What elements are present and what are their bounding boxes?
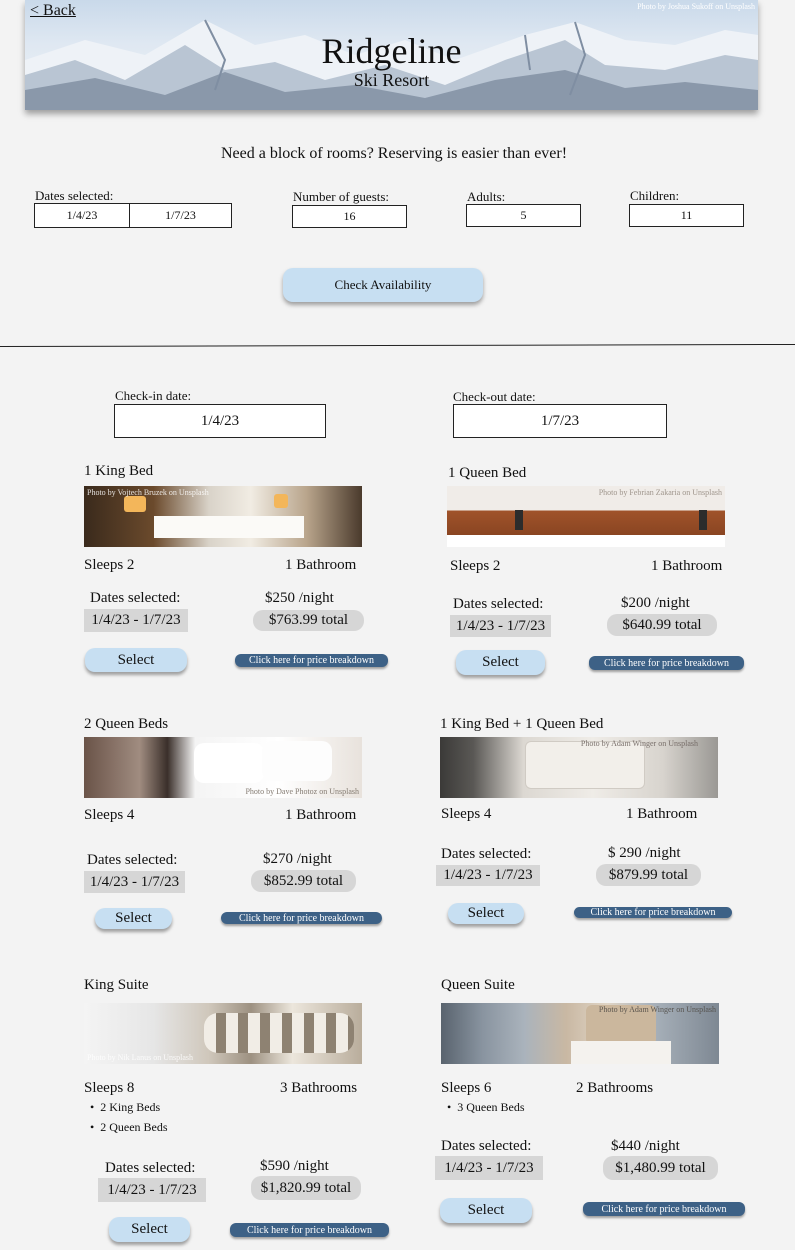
resort-title: Ridgeline bbox=[321, 31, 462, 71]
room-title: 1 King Bed bbox=[84, 463, 154, 479]
sleeps-text: Sleeps 6 bbox=[441, 1080, 492, 1096]
dates-selected-value: 1/4/23 - 1/7/23 bbox=[450, 615, 551, 637]
bathrooms-text: 1 Bathroom bbox=[285, 557, 357, 573]
end-date-input[interactable]: 1/7/23 bbox=[129, 203, 232, 228]
dates-selected-value: 1/4/23 - 1/7/23 bbox=[84, 871, 185, 893]
photo-credit: Photo by Vojtech Bruzek on Unsplash bbox=[87, 488, 209, 497]
nightly-price: $ 290 /night bbox=[608, 845, 681, 861]
adults-input[interactable]: 5 bbox=[466, 204, 581, 227]
back-link[interactable]: < Back bbox=[30, 2, 76, 20]
sleeps-text: Sleeps 2 bbox=[450, 558, 501, 574]
room-photo: Photo by Dave Photoz on Unsplash bbox=[84, 737, 362, 798]
dates-selected-value: 1/4/23 - 1/7/23 bbox=[436, 865, 540, 886]
room-photo: Photo by Vojtech Bruzek on Unsplash bbox=[84, 486, 362, 547]
adults-label: Adults: bbox=[467, 189, 506, 204]
dates-selected-label: Dates selected: bbox=[441, 846, 532, 862]
price-breakdown-button[interactable]: Click here for price breakdown bbox=[583, 1202, 745, 1216]
total-price: $879.99 total bbox=[596, 864, 701, 886]
room-title: 1 King Bed + 1 Queen Bed bbox=[440, 716, 604, 732]
dates-selected-label: Dates selected: bbox=[90, 590, 181, 606]
bed-list: 2 King Beds 2 Queen Beds bbox=[90, 1100, 168, 1135]
checkout-label: Check-out date: bbox=[453, 389, 536, 404]
dates-selected-label: Dates selected: bbox=[453, 596, 544, 612]
photo-credit: Photo by Adam Winger on Unsplash bbox=[580, 739, 698, 748]
total-price: $1,480.99 total bbox=[603, 1156, 718, 1180]
sleeps-text: Sleeps 4 bbox=[441, 806, 492, 822]
guests-label: Number of guests: bbox=[293, 189, 390, 204]
bed-list: 3 Queen Beds bbox=[447, 1100, 524, 1115]
tagline: Need a block of rooms? Reserving is easi… bbox=[220, 145, 568, 162]
room-title: 2 Queen Beds bbox=[84, 716, 169, 732]
dates-selected-value: 1/4/23 - 1/7/23 bbox=[98, 1178, 206, 1202]
sleeps-text: Sleeps 8 bbox=[84, 1080, 135, 1096]
room-title: King Suite bbox=[84, 977, 149, 993]
dates-selected-label: Dates selected: bbox=[105, 1160, 196, 1176]
select-button[interactable]: Select bbox=[85, 648, 187, 672]
nightly-price: $440 /night bbox=[611, 1138, 680, 1154]
total-price: $763.99 total bbox=[253, 610, 364, 631]
dates-selected-label: Dates selected: bbox=[441, 1138, 532, 1154]
room-title: 1 Queen Bed bbox=[448, 465, 527, 481]
room-photo: Photo by Nik Lanus on Unsplash bbox=[84, 1003, 362, 1064]
photo-credit: Photo by Dave Photoz on Unsplash bbox=[245, 787, 359, 796]
bed-list-item: 2 Queen Beds bbox=[90, 1120, 167, 1135]
check-availability-button[interactable]: Check Availability bbox=[283, 268, 483, 302]
guests-input[interactable]: 16 bbox=[292, 205, 407, 228]
children-input[interactable]: 11 bbox=[629, 204, 744, 227]
room-photo: Photo by Adam Winger on Unsplash bbox=[441, 1003, 719, 1064]
photo-credit: Photo by Febrian Zakaria on Unsplash bbox=[598, 488, 722, 497]
nightly-price: $250 /night bbox=[265, 590, 334, 606]
photo-credit: Photo by Nik Lanus on Unsplash bbox=[87, 1053, 193, 1062]
children-label: Children: bbox=[630, 188, 680, 203]
nightly-price: $200 /night bbox=[621, 595, 690, 611]
start-date-input[interactable]: 1/4/23 bbox=[34, 203, 130, 228]
photo-credit: Photo by Adam Winger on Unsplash bbox=[598, 1005, 716, 1014]
bathrooms-text: 1 Bathroom bbox=[651, 558, 723, 574]
room-title: Queen Suite bbox=[441, 977, 515, 993]
bathrooms-text: 1 Bathroom bbox=[626, 806, 698, 822]
dates-label: Dates selected: bbox=[35, 188, 114, 203]
checkin-label: Check-in date: bbox=[115, 388, 192, 403]
bathrooms-text: 3 Bathrooms bbox=[280, 1080, 358, 1096]
nightly-price: $270 /night bbox=[263, 851, 332, 867]
price-breakdown-button[interactable]: Click here for price breakdown bbox=[235, 654, 388, 667]
room-photo: Photo by Febrian Zakaria on Unsplash bbox=[447, 486, 725, 547]
select-button[interactable]: Select bbox=[456, 650, 545, 675]
dates-selected-value: 1/4/23 - 1/7/23 bbox=[435, 1156, 543, 1180]
bathrooms-text: 2 Bathrooms bbox=[576, 1080, 654, 1096]
price-breakdown-button[interactable]: Click here for price breakdown bbox=[574, 907, 732, 918]
total-price: $852.99 total bbox=[251, 870, 356, 892]
checkin-input[interactable]: 1/4/23 bbox=[114, 404, 326, 438]
room-photo: Photo by Adam Winger on Unsplash bbox=[440, 737, 718, 798]
bed-list-item: 2 King Beds bbox=[90, 1100, 168, 1115]
dates-selected-label: Dates selected: bbox=[87, 852, 178, 868]
sleeps-text: Sleeps 2 bbox=[84, 557, 135, 573]
checkout-input[interactable]: 1/7/23 bbox=[453, 404, 667, 438]
total-price: $1,820.99 total bbox=[251, 1176, 361, 1200]
dates-selected-value: 1/4/23 - 1/7/23 bbox=[84, 609, 188, 632]
select-button[interactable]: Select bbox=[440, 1198, 532, 1223]
divider bbox=[0, 343, 795, 348]
bathrooms-text: 1 Bathroom bbox=[285, 807, 357, 823]
total-price: $640.99 total bbox=[607, 614, 717, 636]
resort-subtitle: Ski Resort bbox=[353, 70, 430, 90]
nightly-price: $590 /night bbox=[260, 1158, 329, 1174]
price-breakdown-button[interactable]: Click here for price breakdown bbox=[230, 1223, 389, 1237]
select-button[interactable]: Select bbox=[95, 908, 172, 929]
photo-credit: Photo by Joshua Sukoff on Unsplash bbox=[637, 2, 755, 11]
bed-list-item: 3 Queen Beds bbox=[447, 1100, 524, 1115]
select-button[interactable]: Select bbox=[448, 903, 524, 924]
price-breakdown-button[interactable]: Click here for price breakdown bbox=[589, 656, 744, 670]
price-breakdown-button[interactable]: Click here for price breakdown bbox=[221, 912, 382, 924]
select-button[interactable]: Select bbox=[109, 1217, 190, 1242]
sleeps-text: Sleeps 4 bbox=[84, 807, 135, 823]
